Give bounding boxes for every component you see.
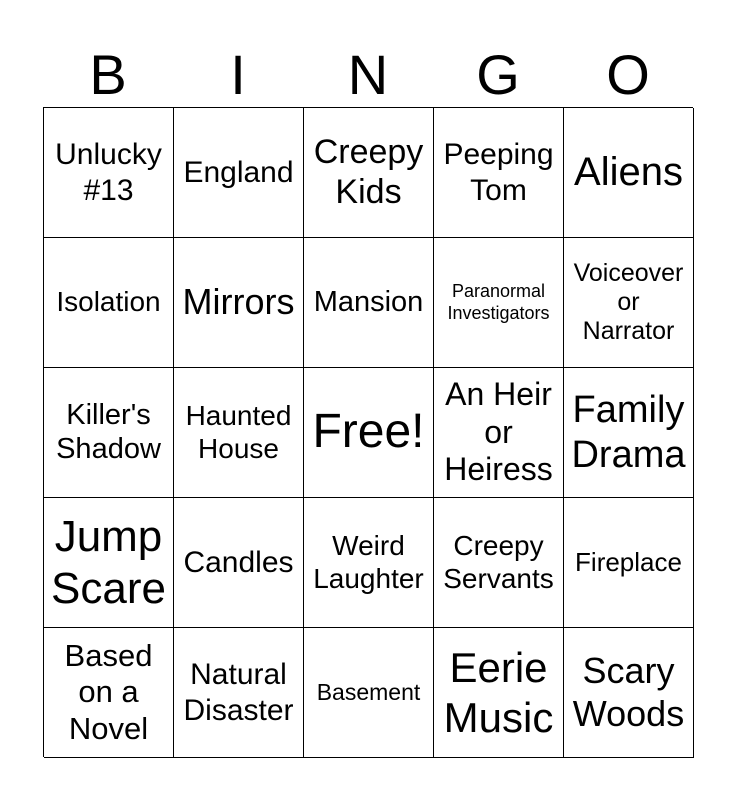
header-letter-n: N [347, 43, 389, 106]
bingo-cell: Voiceover or Narrator [564, 238, 694, 368]
bingo-cell: Weird Laughter [304, 498, 434, 628]
bingo-cell: Paranormal Investigators [434, 238, 564, 368]
bingo-cell: Unlucky #13 [44, 108, 174, 238]
bingo-cell: An Heir or Heiress [434, 368, 564, 498]
bingo-cell: Haunted House [174, 368, 304, 498]
bingo-cell: Based on a Novel [44, 628, 174, 758]
bingo-cell: Creepy Servants [434, 498, 564, 628]
bingo-cell: Free! [304, 368, 434, 498]
bingo-grid: Unlucky #13 England Creepy Kids Peeping Tom… [43, 107, 694, 758]
bingo-cell: Peeping Tom [434, 108, 564, 238]
header-letter-o: O [606, 43, 650, 106]
bingo-cell: England [174, 108, 304, 238]
bingo-cell: Natural Disaster [174, 628, 304, 758]
bingo-cell: Creepy Kids [304, 108, 434, 238]
bingo-cell: Candles [174, 498, 304, 628]
bingo-cell: Jump Scare [44, 498, 174, 628]
bingo-cell: Fireplace [564, 498, 694, 628]
bingo-cell: Isolation [44, 238, 174, 368]
bingo-cell: Aliens [564, 108, 694, 238]
bingo-cell: Basement [304, 628, 434, 758]
header-letter-b: B [89, 43, 127, 106]
bingo-cell: Killer's Shadow [44, 368, 174, 498]
bingo-cell: Scary Woods [564, 628, 694, 758]
bingo-cell: Eerie Music [434, 628, 564, 758]
bingo-cell: Family Drama [564, 368, 694, 498]
bingo-cell: Mansion [304, 238, 434, 368]
bingo-header: B I N G O [43, 40, 693, 110]
header-letter-i: I [230, 43, 246, 106]
bingo-cell: Mirrors [174, 238, 304, 368]
header-letter-g: G [476, 43, 520, 106]
